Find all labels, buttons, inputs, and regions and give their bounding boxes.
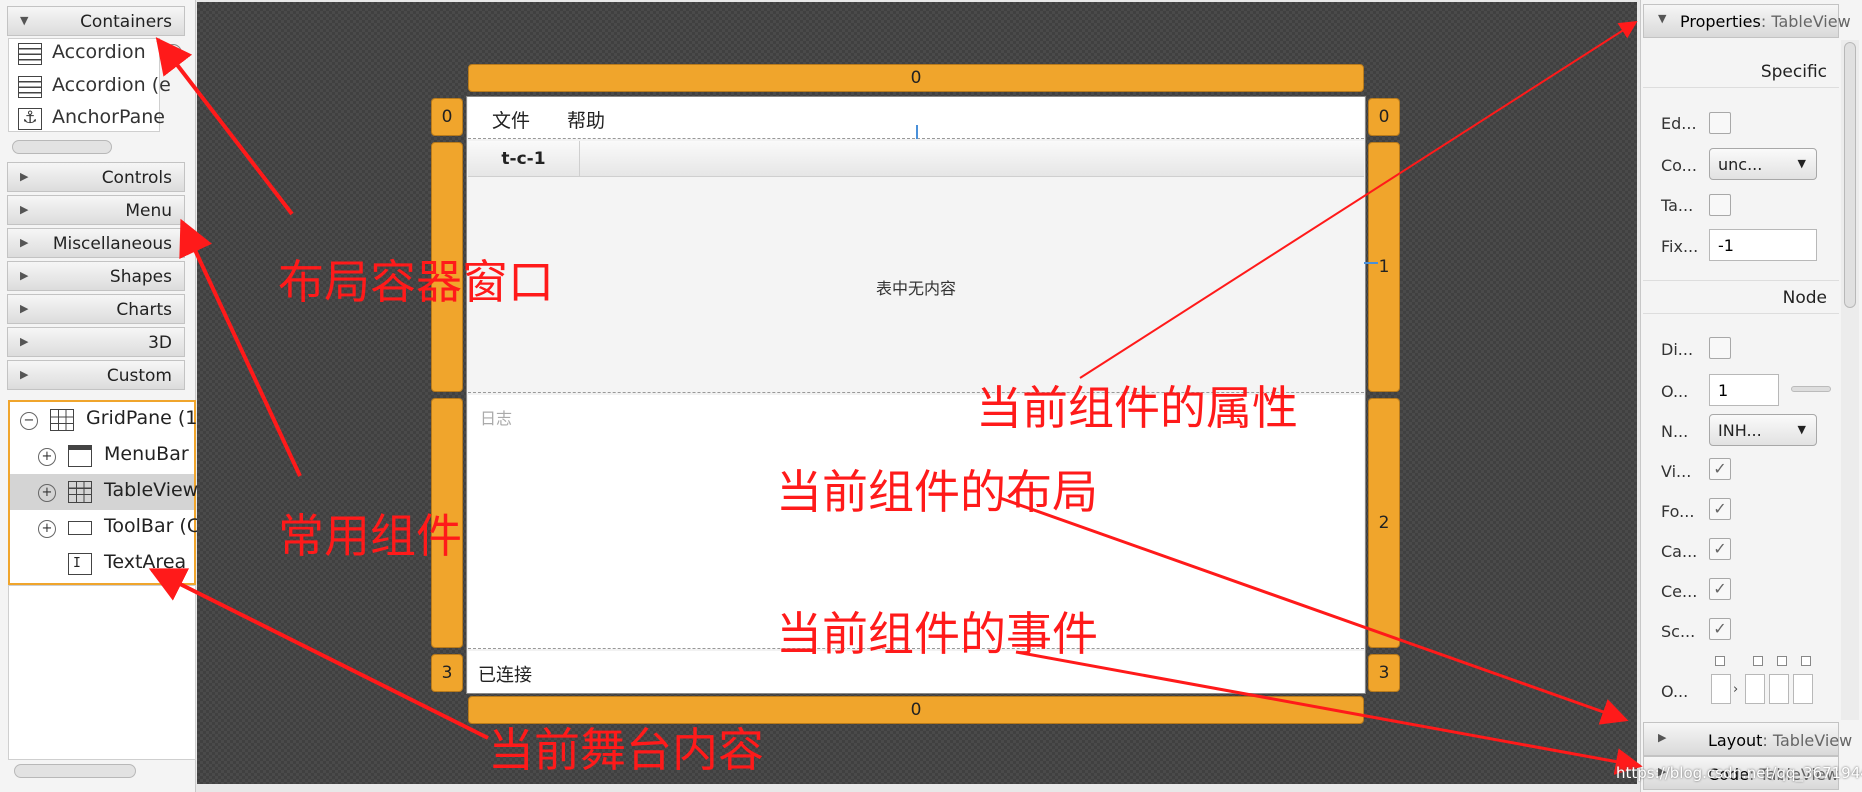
annotation-component-properties: 当前组件的属性 xyxy=(976,381,1298,435)
arrow-to-code xyxy=(1015,650,1643,775)
annotation-layout-container: 布局容器窗口 xyxy=(278,255,554,309)
annotation-stage-content: 当前舞台内容 xyxy=(488,723,764,777)
arrow-to-hierarchy xyxy=(148,568,489,740)
watermark: https://blog.csdn.net/qq_36719449 xyxy=(1616,764,1862,782)
annotation-component-layout: 当前组件的布局 xyxy=(776,465,1098,519)
arrow-to-properties xyxy=(1079,21,1638,379)
annotation-common-components: 常用组件 xyxy=(278,509,462,563)
arrow-to-library xyxy=(155,37,294,216)
annotation-component-events: 当前组件的事件 xyxy=(776,607,1098,661)
annotation-arrows xyxy=(148,21,1643,775)
